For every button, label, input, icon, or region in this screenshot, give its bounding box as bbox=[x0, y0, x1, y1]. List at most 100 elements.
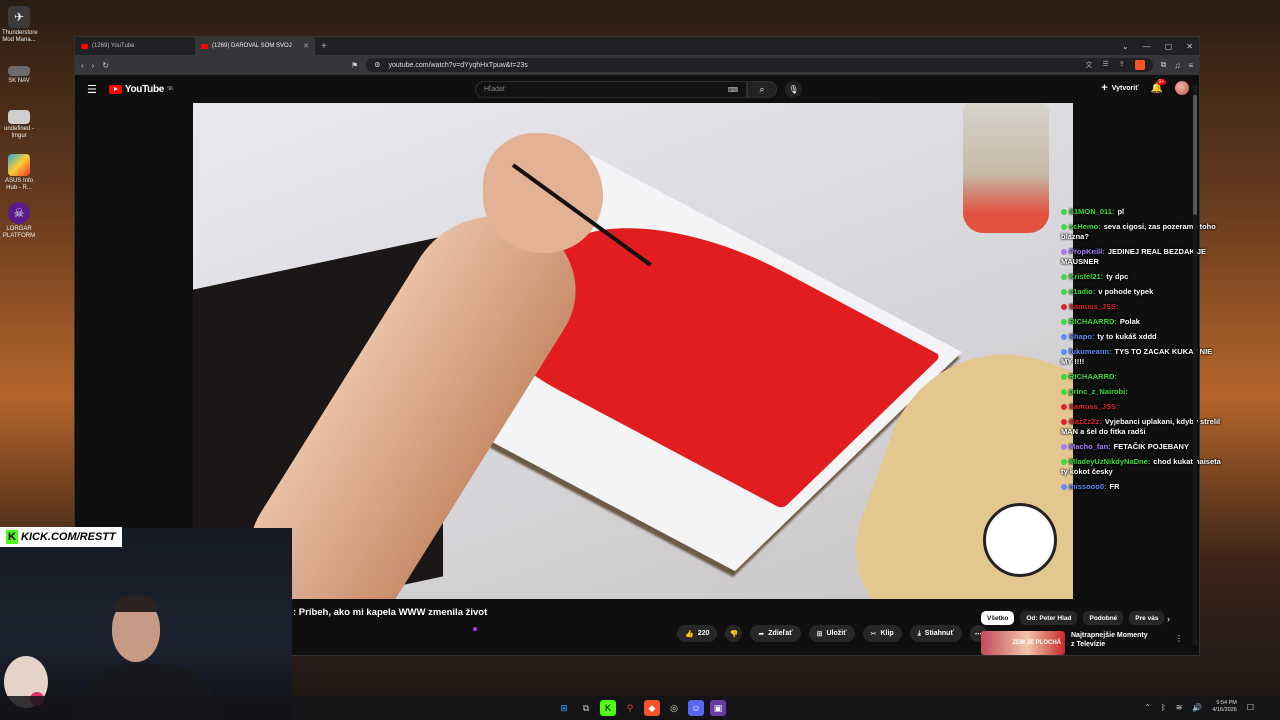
tray-chevron-icon[interactable]: ⌃ bbox=[1144, 703, 1151, 712]
chat-username[interactable]: S1MON_011: bbox=[1069, 207, 1114, 216]
brave-shield-icon[interactable] bbox=[1134, 60, 1145, 70]
like-button[interactable]: 👍 220 bbox=[677, 625, 718, 642]
save-button[interactable]: ⊞ Uložiť bbox=[808, 625, 855, 642]
avatar[interactable] bbox=[1175, 81, 1189, 95]
chat-username[interactable]: RICHAARRD: bbox=[1069, 372, 1117, 381]
menu-icon[interactable]: ≡ bbox=[1188, 61, 1193, 70]
chat-username[interactable]: missooo0: bbox=[1069, 482, 1107, 491]
chat-username[interactable]: scHemo: bbox=[1069, 222, 1101, 231]
url-text: youtube.com/watch?v=dYyqhHxTpuw&t=23s bbox=[388, 61, 528, 69]
create-button[interactable]: + Vytvoriť bbox=[1101, 82, 1138, 94]
share-page-icon[interactable]: ⇪ bbox=[1119, 60, 1125, 70]
volume-icon[interactable]: 🔊 bbox=[1192, 703, 1202, 712]
kick-app-icon[interactable]: K bbox=[600, 700, 616, 716]
back-icon[interactable]: ‹ bbox=[81, 61, 84, 70]
chat-message: princ_z_Nairobi: bbox=[1061, 387, 1221, 397]
clip-button[interactable]: ✂ Klip bbox=[862, 625, 902, 642]
desktop-icon-thunderstore[interactable]: ✈ Thunderstore Mod Mana... bbox=[2, 6, 38, 44]
forward-icon[interactable]: › bbox=[92, 61, 95, 70]
wifi-icon[interactable]: ≋ bbox=[1176, 703, 1183, 712]
chip-from-channel[interactable]: Od: Peter Hlad bbox=[1020, 611, 1078, 625]
discord-icon[interactable]: ☺ bbox=[688, 700, 704, 716]
search-input[interactable]: Hľadať ⌨ bbox=[475, 81, 747, 98]
chip-for-you[interactable]: Pre vás bbox=[1129, 611, 1165, 625]
chat-username[interactable]: PropKnill: bbox=[1069, 247, 1105, 256]
desktop-icon-imgur[interactable]: undefined - Imgur bbox=[2, 110, 36, 140]
chat-text: FR bbox=[1109, 482, 1120, 491]
tab-list-icon[interactable]: ⌄ bbox=[1122, 42, 1129, 51]
video-frame-jar bbox=[963, 103, 1049, 233]
chat-username[interactable]: princ_z_Nairobi: bbox=[1069, 387, 1128, 396]
chat-text: ty to kukáš xddd bbox=[1097, 332, 1157, 341]
chat-username[interactable]: MladeyUzNikdyNaDne: bbox=[1069, 457, 1150, 466]
close-tab-icon[interactable]: ✕ bbox=[303, 42, 309, 50]
chip-related[interactable]: Podobné bbox=[1083, 611, 1124, 625]
tab-current-video[interactable]: (1269) DAROVAL SOM SVOJ ✕ bbox=[195, 37, 315, 55]
windows-start-icon[interactable]: ⊞ bbox=[556, 700, 572, 716]
scissors-icon: ✂ bbox=[870, 630, 877, 638]
lorgar-icon: ☠ bbox=[8, 202, 30, 224]
chat-badge-icon bbox=[1061, 289, 1067, 295]
recommended-video[interactable]: ZEM JE PLOCHÁ Najtrapnejšie Momenty z Te… bbox=[981, 631, 1151, 655]
notifications-button[interactable]: 🔔 9+ bbox=[1151, 78, 1167, 94]
chat-badge-icon bbox=[1061, 319, 1067, 325]
chat-username[interactable]: Macho_fan: bbox=[1069, 442, 1111, 451]
webcam-overlay bbox=[0, 528, 292, 720]
notification-center-icon[interactable]: ☐ bbox=[1247, 703, 1254, 712]
playlist-icon[interactable]: ♫ bbox=[1174, 61, 1180, 70]
chat-username[interactable]: Samuss_JSS: bbox=[1069, 302, 1119, 311]
chat-username[interactable]: RICHAARRD: bbox=[1069, 317, 1117, 326]
chat-username[interactable]: GazZzZz: bbox=[1069, 417, 1102, 426]
share-button[interactable]: ➦ Zdieľať bbox=[750, 625, 801, 642]
bookmark-icon[interactable]: ⚑ bbox=[351, 61, 358, 70]
chat-username[interactable]: e1adio: bbox=[1069, 287, 1095, 296]
desktop-icon-sk-nav[interactable]: SK NAV bbox=[2, 66, 36, 85]
task-view-icon[interactable]: ⧉ bbox=[578, 700, 594, 716]
clock[interactable]: 9:54 PM 4/16/2026 bbox=[1212, 700, 1236, 714]
chat-username[interactable]: Shapo: bbox=[1069, 332, 1094, 341]
new-tab-button[interactable]: + bbox=[315, 41, 333, 52]
obs-icon[interactable]: ▣ bbox=[710, 700, 726, 716]
steam-icon[interactable]: ◎ bbox=[666, 700, 682, 716]
chat-username[interactable]: fukumeann: bbox=[1069, 347, 1112, 356]
youtube-logo[interactable]: YouTube SK bbox=[108, 84, 173, 95]
voice-search-button[interactable]: 🎙 bbox=[785, 81, 802, 98]
page-scrollbar[interactable] bbox=[1193, 85, 1197, 645]
search-button[interactable]: ⌕ bbox=[747, 81, 777, 98]
chat-message: Shapo: ty to kukáš xddd bbox=[1061, 332, 1221, 342]
desktop-icon-lorgar[interactable]: ☠ LORGAR PLATFORM bbox=[2, 202, 36, 240]
kick-logo-icon: K bbox=[6, 530, 18, 544]
minimize-icon[interactable]: — bbox=[1143, 42, 1151, 51]
brave-browser-icon[interactable]: ◆ bbox=[644, 700, 660, 716]
chat-username[interactable]: Kristel21: bbox=[1069, 272, 1103, 281]
close-window-icon[interactable]: ✕ bbox=[1186, 42, 1193, 51]
desktop-icon-asus[interactable]: ASUS Info Hub - R... bbox=[2, 154, 36, 192]
chevron-right-icon[interactable]: › bbox=[1167, 614, 1170, 624]
reload-icon[interactable]: ↻ bbox=[102, 61, 109, 70]
hamburger-menu-icon[interactable]: ☰ bbox=[87, 83, 97, 96]
chat-message: S1MON_011: pl bbox=[1061, 207, 1221, 217]
maximize-icon[interactable]: ▢ bbox=[1165, 42, 1173, 51]
download-icon: ⤓ bbox=[917, 629, 921, 637]
extensions-icon[interactable]: ⧉ bbox=[1161, 60, 1167, 70]
chat-badge-icon bbox=[1061, 274, 1067, 280]
tab-youtube-home[interactable]: (1269) YouTube bbox=[75, 37, 195, 55]
video-frame-palette-hole bbox=[983, 503, 1057, 577]
scrollbar-thumb[interactable] bbox=[1193, 95, 1197, 215]
chat-badge-icon bbox=[1061, 389, 1067, 395]
chat-text: pl bbox=[1117, 207, 1125, 216]
chat-username[interactable]: Samuss_JSS: bbox=[1069, 402, 1119, 411]
address-bar[interactable]: ⚙ youtube.com/watch?v=dYyqhHxTpuw&t=23s … bbox=[366, 58, 1153, 72]
kebab-menu-icon[interactable]: ⋮ bbox=[1175, 634, 1183, 643]
chip-all[interactable]: Všetko bbox=[981, 611, 1015, 625]
site-info-icon[interactable]: ⚙ bbox=[374, 61, 380, 69]
video-player[interactable] bbox=[193, 103, 1073, 599]
download-button[interactable]: ⤓ Stiahnuť bbox=[909, 625, 962, 642]
thumbs-up-icon: 👍 bbox=[685, 630, 694, 638]
keyboard-icon[interactable]: ⌨ bbox=[728, 86, 738, 94]
reader-icon[interactable]: ☰ bbox=[1102, 60, 1108, 70]
maps-pin-icon[interactable]: ⚲ bbox=[622, 700, 638, 716]
dislike-button[interactable]: 👎 bbox=[725, 625, 743, 642]
bluetooth-icon[interactable]: ᛒ bbox=[1161, 703, 1166, 712]
translate-icon[interactable]: 文 bbox=[1085, 60, 1092, 70]
